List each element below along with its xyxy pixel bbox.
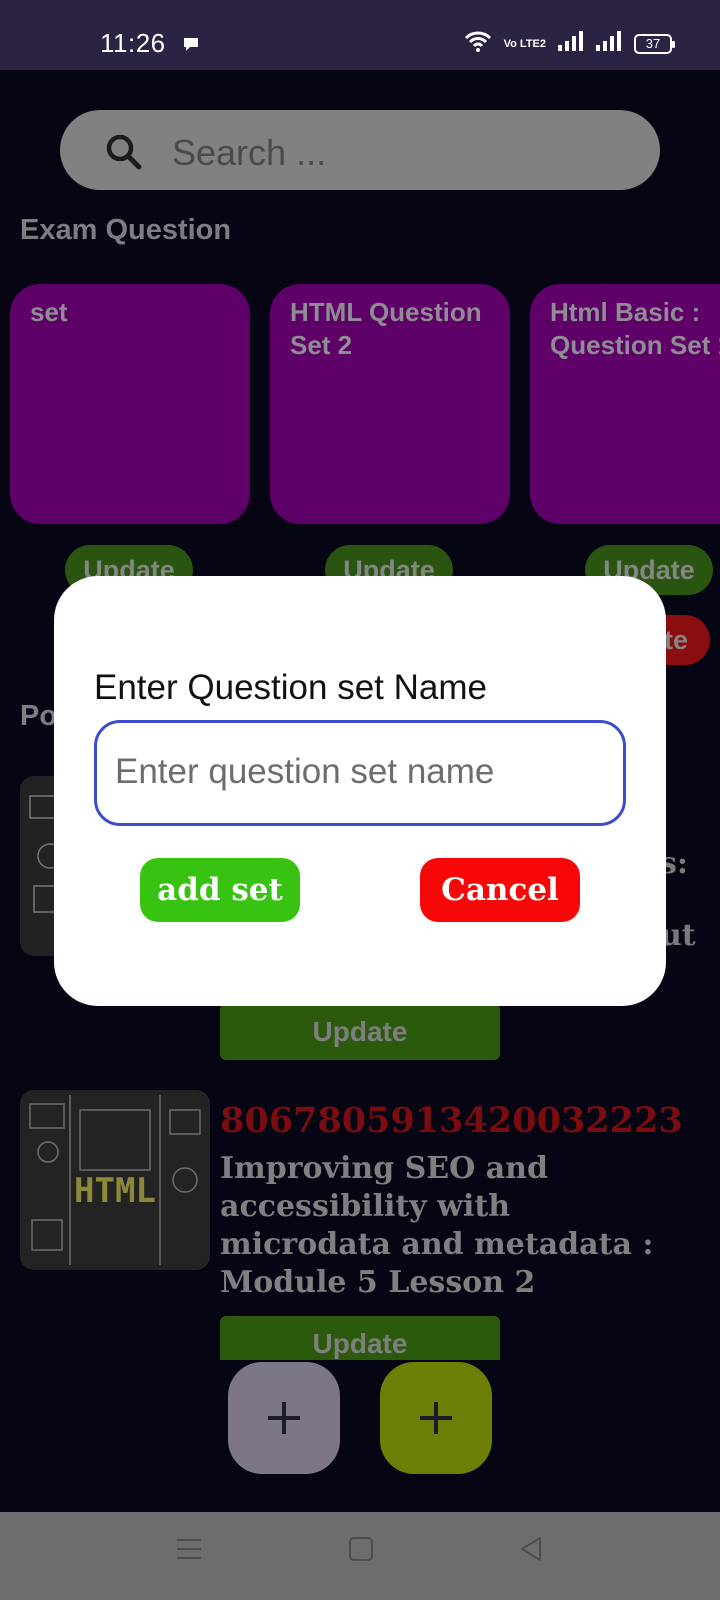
- posts-heading: Po: [20, 700, 58, 732]
- plus-icon: [264, 1398, 304, 1443]
- add-set-button[interactable]: add set: [140, 858, 300, 922]
- post-number: 8067805913420032223: [220, 1100, 683, 1141]
- exam-set-card[interactable]: HTML Question Set 2: [270, 284, 510, 524]
- exam-question-heading: Exam Question: [20, 214, 232, 246]
- exam-set-title: set: [30, 297, 68, 327]
- signal-icon-1: [558, 31, 584, 56]
- home-nav-icon[interactable]: [348, 1536, 374, 1567]
- wifi-icon: [464, 30, 492, 57]
- exam-set-card[interactable]: set: [10, 284, 250, 524]
- post-update-button[interactable]: Update: [220, 1316, 500, 1360]
- add-fab-left[interactable]: [228, 1362, 340, 1474]
- exam-set-card[interactable]: Html Basic : Question Set 1: [530, 284, 720, 524]
- dialog-label: Enter Question set Name: [94, 668, 487, 707]
- search-placeholder: Search ...: [172, 132, 327, 173]
- cancel-button[interactable]: Cancel: [420, 858, 580, 922]
- search-icon: [104, 132, 144, 177]
- plus-icon: [416, 1398, 456, 1443]
- system-icons: Vo LTE2 37: [464, 30, 675, 57]
- message-notification-icon: [182, 36, 200, 57]
- post-title: Improving SEO and accessibility with mic…: [220, 1151, 654, 1300]
- navigation-bar: [0, 1512, 720, 1600]
- status-time: 11:26: [100, 28, 166, 58]
- search-bar[interactable]: Search ...: [60, 110, 660, 190]
- battery-icon: 37: [634, 33, 675, 54]
- post-thumbnail: HTML: [20, 1090, 210, 1270]
- question-set-name-input[interactable]: [115, 737, 605, 807]
- back-nav-icon[interactable]: [518, 1536, 544, 1567]
- status-bar: 11:26 Vo LTE2 37: [0, 0, 720, 70]
- signal-icon-2: [596, 31, 622, 56]
- volte-icon: Vo LTE2: [503, 37, 546, 50]
- post-update-button[interactable]: Update: [220, 1004, 500, 1060]
- add-fab-right[interactable]: [380, 1362, 492, 1474]
- menu-nav-icon[interactable]: [176, 1536, 202, 1567]
- post-thumbnail-text: HTML: [74, 1171, 156, 1211]
- add-question-set-dialog: Enter Question set Name add set Cancel: [54, 576, 666, 1006]
- exam-set-title: HTML Question Set 2: [290, 297, 482, 360]
- question-set-name-field[interactable]: [94, 720, 626, 826]
- exam-set-title: Html Basic : Question Set 1: [550, 297, 720, 360]
